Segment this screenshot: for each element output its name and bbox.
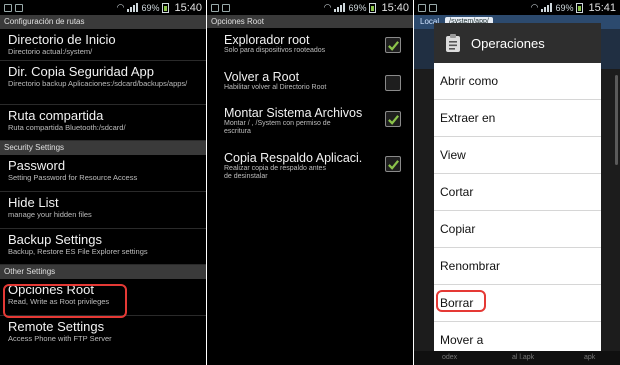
menu-item-abrir-como[interactable]: Abrir como bbox=[434, 63, 601, 100]
check-icon bbox=[387, 40, 399, 51]
option-title: Copia Respaldo Aplicaci. bbox=[224, 151, 363, 165]
pref-title: Backup Settings bbox=[8, 232, 102, 247]
clock: 15:40 bbox=[174, 1, 202, 14]
signal-icon bbox=[127, 3, 139, 12]
pref-summary: Ruta compartida Bluetooth:/sdcard/ bbox=[8, 123, 126, 132]
pref-summary: Setting Password for Resource Access bbox=[8, 173, 138, 182]
notification-icon bbox=[418, 3, 426, 12]
pref-ruta-compartida[interactable]: Ruta compartida Ruta compartida Bluetoot… bbox=[0, 105, 206, 141]
pref-directorio-inicio[interactable]: Directorio de Inicio Directorio actual:/… bbox=[0, 29, 206, 61]
checkbox-checked[interactable] bbox=[385, 37, 401, 53]
battery-icon bbox=[576, 2, 584, 13]
pref-backup-settings[interactable]: Backup Settings Backup, Restore ES File … bbox=[0, 229, 206, 265]
pref-hide-list[interactable]: Hide List manage your hidden files bbox=[0, 192, 206, 229]
option-summary: Solo para dispositivos rooteados bbox=[224, 47, 326, 54]
status-bar: ◠ 69% 15:40 bbox=[207, 0, 413, 15]
pref-remote-settings[interactable]: Remote Settings Access Phone with FTP Se… bbox=[0, 316, 206, 352]
option-title: Montar Sistema Archivos bbox=[224, 106, 363, 120]
check-icon bbox=[387, 114, 399, 125]
section-header: Other Settings bbox=[0, 265, 206, 279]
file-label: odex bbox=[442, 354, 458, 361]
clock: 15:41 bbox=[588, 1, 616, 14]
pref-title: Password bbox=[8, 158, 66, 173]
menu-item-extraer-en[interactable]: Extraer en bbox=[434, 100, 601, 137]
pref-title: Hide List bbox=[8, 195, 59, 210]
notification-icon bbox=[211, 3, 219, 12]
notification-icon bbox=[429, 3, 437, 12]
file-labels-row: odex al l.apk apk bbox=[414, 351, 620, 365]
dialog-title-bar: Operaciones bbox=[434, 23, 601, 63]
pref-title: Directorio de Inicio bbox=[8, 32, 116, 47]
dialog-title: Operaciones bbox=[471, 35, 545, 51]
clock: 15:40 bbox=[381, 1, 409, 14]
pref-title: Dir. Copia Seguridad App bbox=[8, 64, 154, 79]
file-label: apk bbox=[584, 354, 596, 361]
checkbox-checked[interactable] bbox=[385, 111, 401, 127]
notification-icon bbox=[222, 3, 230, 12]
operations-dialog: Operaciones Abrir como Extraer en View C… bbox=[434, 23, 601, 365]
pref-summary: Access Phone with FTP Server bbox=[8, 334, 112, 343]
battery-icon bbox=[162, 2, 170, 13]
check-icon bbox=[387, 159, 399, 170]
status-bar: ◠ 69% 15:41 bbox=[414, 0, 620, 15]
option-montar-sistema[interactable]: Montar Sistema Archivos Montar / , /Syst… bbox=[207, 101, 413, 146]
menu-item-renombrar[interactable]: Renombrar bbox=[434, 248, 601, 285]
option-summary: Montar / , /System con permiso de escrit… bbox=[224, 120, 331, 135]
checkbox-checked[interactable] bbox=[385, 156, 401, 172]
pref-summary: manage your hidden files bbox=[8, 210, 92, 219]
pref-dir-copia-seguridad[interactable]: Dir. Copia Seguridad App Directorio back… bbox=[0, 61, 206, 105]
highlight-box bbox=[436, 290, 486, 312]
battery-icon bbox=[369, 2, 377, 13]
option-volver-a-root[interactable]: Volver a Root Habilitar volver al Direct… bbox=[207, 65, 413, 101]
section-header: Configuración de rutas bbox=[0, 15, 206, 29]
operations-panel: ◠ 69% 15:41 Local /system/app/ Operacion… bbox=[414, 0, 620, 365]
clipboard-icon bbox=[446, 34, 460, 52]
status-bar: ◠ 69% 15:40 bbox=[0, 0, 206, 15]
battery-percent: 69% bbox=[348, 2, 367, 13]
signal-icon bbox=[334, 3, 346, 12]
notification-icon bbox=[4, 3, 12, 12]
wifi-icon: ◠ bbox=[116, 2, 125, 12]
pref-summary: Directorio actual:/system/ bbox=[8, 47, 93, 56]
notification-icon bbox=[15, 3, 23, 12]
pref-title: Remote Settings bbox=[8, 319, 105, 334]
signal-icon bbox=[541, 3, 553, 12]
pref-title: Ruta compartida bbox=[8, 108, 104, 123]
highlight-box bbox=[3, 284, 127, 318]
battery-percent: 69% bbox=[141, 2, 160, 13]
menu-item-copiar[interactable]: Copiar bbox=[434, 211, 601, 248]
section-header: Security Settings bbox=[0, 141, 206, 155]
scrollbar[interactable] bbox=[615, 75, 618, 165]
wifi-icon: ◠ bbox=[530, 2, 539, 12]
file-label: al l.apk bbox=[512, 354, 535, 361]
option-title: Explorador root bbox=[224, 33, 310, 47]
wifi-icon: ◠ bbox=[323, 2, 332, 12]
option-summary: Realizar copia de respaldo antes de desi… bbox=[224, 165, 326, 180]
option-copia-respaldo[interactable]: Copia Respaldo Aplicaci. Realizar copia … bbox=[207, 146, 413, 186]
settings-panel: ◠ 69% 15:40 Configuración de rutas Direc… bbox=[0, 0, 206, 365]
root-options-panel: ◠ 69% 15:40 Opciones Root Explorador roo… bbox=[207, 0, 413, 365]
battery-percent: 69% bbox=[555, 2, 574, 13]
option-explorador-root[interactable]: Explorador root Solo para dispositivos r… bbox=[207, 28, 413, 65]
pref-summary: Backup, Restore ES File Explorer setting… bbox=[8, 247, 148, 256]
pref-summary: Directorio backup Aplicaciones:/sdcard/b… bbox=[8, 79, 188, 88]
menu-item-cortar[interactable]: Cortar bbox=[434, 174, 601, 211]
pref-password[interactable]: Password Setting Password for Resource A… bbox=[0, 155, 206, 192]
option-title: Volver a Root bbox=[224, 70, 300, 84]
checkbox-unchecked[interactable] bbox=[385, 75, 401, 91]
menu-item-view[interactable]: View bbox=[434, 137, 601, 174]
option-summary: Habilitar volver al Directorio Root bbox=[224, 84, 327, 91]
screen-header: Opciones Root bbox=[207, 15, 413, 28]
